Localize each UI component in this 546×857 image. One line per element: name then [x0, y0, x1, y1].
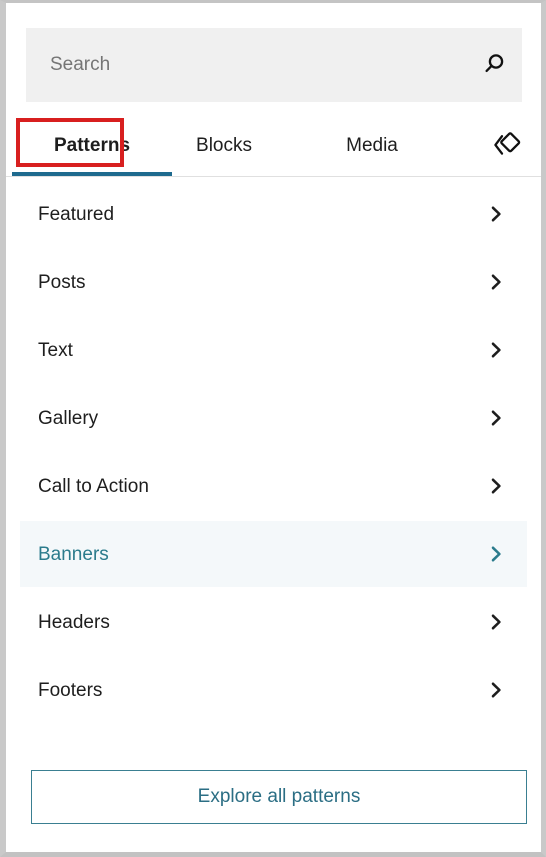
- category-label: Headers: [38, 611, 110, 633]
- category-row-call-to-action[interactable]: Call to Action: [20, 453, 527, 519]
- tab-patterns-label: Patterns: [53, 134, 131, 156]
- chevron-right-icon: [483, 269, 509, 295]
- reusable-block-button[interactable]: [479, 119, 533, 173]
- category-row-gallery[interactable]: Gallery: [20, 385, 527, 451]
- category-label: Featured: [38, 203, 115, 225]
- tab-media[interactable]: Media: [324, 115, 420, 176]
- category-row-text[interactable]: Text: [20, 317, 527, 383]
- explore-all-patterns-button[interactable]: Explore all patterns: [31, 770, 527, 824]
- tab-blocks[interactable]: Blocks: [172, 115, 276, 176]
- category-row-banners[interactable]: Banners: [20, 521, 527, 587]
- category-label: Text: [38, 339, 73, 361]
- search-button[interactable]: [466, 28, 522, 102]
- chevron-right-icon: [483, 677, 509, 703]
- reusable-block-icon: [489, 128, 523, 165]
- inserter-panel: Patterns Blocks Media Feat: [0, 0, 546, 857]
- chevron-right-icon: [483, 473, 509, 499]
- explore-all-patterns-label: Explore all patterns: [197, 786, 361, 807]
- category-label: Posts: [38, 271, 86, 293]
- panel-footer: Explore all patterns: [6, 744, 541, 852]
- tab-blocks-label: Blocks: [196, 134, 252, 156]
- chevron-right-icon: [483, 405, 509, 431]
- category-label: Call to Action: [38, 475, 149, 497]
- active-tab-underline: [12, 172, 172, 176]
- chevron-right-icon: [483, 609, 509, 635]
- category-label: Banners: [38, 543, 109, 565]
- chevron-right-icon: [483, 337, 509, 363]
- category-row-headers[interactable]: Headers: [20, 589, 527, 655]
- category-label: Gallery: [38, 407, 99, 429]
- category-row-posts[interactable]: Posts: [20, 249, 527, 315]
- chevron-right-icon: [483, 201, 509, 227]
- pattern-category-list: Featured Posts Text Gallery Call to Acti…: [6, 181, 541, 723]
- search-bar[interactable]: [26, 28, 522, 102]
- tab-media-label: Media: [346, 134, 398, 156]
- category-row-featured[interactable]: Featured: [20, 181, 527, 247]
- search-input[interactable]: [26, 28, 466, 102]
- search-icon: [481, 51, 507, 80]
- tab-patterns[interactable]: Patterns: [12, 115, 172, 176]
- category-row-footers[interactable]: Footers: [20, 657, 527, 723]
- category-label: Footers: [38, 679, 103, 701]
- inserter-tabs: Patterns Blocks Media: [6, 115, 541, 177]
- chevron-right-icon: [483, 541, 509, 567]
- panel-inner: Patterns Blocks Media Feat: [6, 3, 541, 852]
